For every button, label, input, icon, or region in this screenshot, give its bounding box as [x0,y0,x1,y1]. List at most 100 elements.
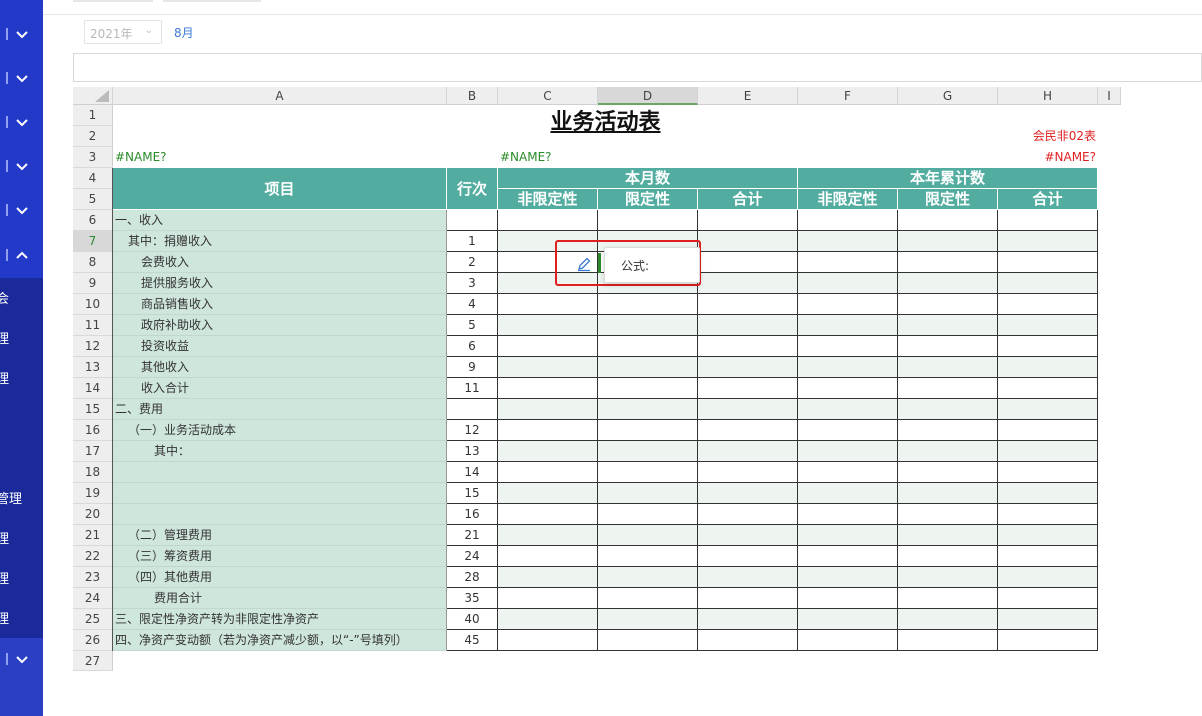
data-cell[interactable] [898,231,998,252]
data-cell[interactable] [898,378,998,399]
line-item-label[interactable]: 其他收入 [113,357,447,378]
data-cell[interactable] [698,546,798,567]
data-cell[interactable] [798,315,898,336]
data-cell[interactable] [498,420,598,441]
row-header[interactable]: 27 [73,651,113,671]
data-cell[interactable] [698,315,798,336]
line-number[interactable]: 21 [447,525,498,546]
line-number[interactable]: 15 [447,483,498,504]
line-item-label[interactable]: 费用合计 [113,588,447,609]
data-cell[interactable] [998,462,1098,483]
line-number[interactable]: 24 [447,546,498,567]
column-header[interactable]: E [698,87,798,105]
line-item-label[interactable]: （四）其他费用 [113,567,447,588]
formula-input[interactable] [73,53,1202,82]
column-header[interactable]: B [447,87,498,105]
data-cell[interactable] [498,630,598,651]
data-cell[interactable] [898,210,998,231]
data-cell[interactable] [898,525,998,546]
data-cell[interactable] [998,567,1098,588]
data-cell[interactable] [498,483,598,504]
data-cell[interactable] [998,378,1098,399]
line-item-label[interactable] [113,483,447,504]
data-cell[interactable] [598,357,698,378]
sidebar-menu-toggle[interactable] [0,66,43,90]
data-cell[interactable] [798,399,898,420]
data-cell[interactable] [998,273,1098,294]
data-cell[interactable] [698,483,798,504]
data-cell[interactable] [698,420,798,441]
data-cell[interactable] [498,336,598,357]
data-cell[interactable] [698,462,798,483]
data-cell[interactable] [498,378,598,399]
data-cell[interactable] [798,336,898,357]
data-cell[interactable] [498,357,598,378]
data-cell[interactable] [898,630,998,651]
data-cell[interactable] [698,609,798,630]
data-cell[interactable] [898,462,998,483]
line-item-label[interactable]: 其中：捐赠收入 [113,231,447,252]
data-cell[interactable] [598,588,698,609]
sidebar-item-label[interactable]: 理 [0,328,26,347]
row-header[interactable]: 5 [73,189,113,210]
data-cell[interactable] [798,525,898,546]
data-cell[interactable] [798,609,898,630]
data-cell[interactable] [998,294,1098,315]
row-header[interactable]: 12 [73,336,113,357]
line-item-label[interactable] [113,504,447,525]
line-item-label[interactable]: 商品销售收入 [113,294,447,315]
line-item-label[interactable]: 一、收入 [113,210,447,231]
data-cell[interactable] [898,315,998,336]
line-item-label[interactable]: 提供服务收入 [113,273,447,294]
data-cell[interactable] [898,546,998,567]
formula-popup[interactable]: 公式: [604,247,700,283]
data-cell[interactable] [798,483,898,504]
data-cell[interactable] [898,336,998,357]
sidebar-menu-toggle[interactable] [0,243,43,267]
data-cell[interactable] [798,210,898,231]
data-cell[interactable] [898,273,998,294]
data-cell[interactable] [498,315,598,336]
data-cell[interactable] [998,210,1098,231]
column-header[interactable]: I [1098,87,1121,105]
line-item-label[interactable]: （一）业务活动成本 [113,420,447,441]
column-header[interactable]: F [798,87,898,105]
data-cell[interactable] [898,504,998,525]
data-cell[interactable] [798,588,898,609]
data-cell[interactable] [698,357,798,378]
data-cell[interactable] [498,546,598,567]
data-cell[interactable] [598,378,698,399]
data-cell[interactable] [598,567,698,588]
data-cell[interactable] [598,441,698,462]
data-cell[interactable] [498,609,598,630]
column-header[interactable]: D [598,87,698,105]
row-header[interactable]: 14 [73,378,113,399]
data-cell[interactable] [998,483,1098,504]
row-header[interactable]: 10 [73,294,113,315]
data-cell[interactable] [998,231,1098,252]
sidebar-item-label[interactable]: 理 [0,568,26,587]
row-header[interactable]: 19 [73,483,113,504]
column-header[interactable]: A [113,87,447,105]
data-cell[interactable] [898,252,998,273]
line-item-label[interactable]: 二、费用 [113,399,447,420]
line-item-label[interactable] [113,462,447,483]
data-cell[interactable] [898,609,998,630]
data-cell[interactable] [998,504,1098,525]
data-cell[interactable] [798,546,898,567]
data-cell[interactable] [998,252,1098,273]
line-item-label[interactable]: 四、净资产变动额（若为净资产减少额，以“-”号填列） [113,630,447,651]
line-number[interactable]: 3 [447,273,498,294]
data-cell[interactable] [498,399,598,420]
data-cell[interactable] [498,525,598,546]
data-cell[interactable] [498,462,598,483]
data-cell[interactable] [498,504,598,525]
sidebar-item-label[interactable]: 会 [0,288,26,307]
data-cell[interactable] [998,609,1098,630]
edit-pencil-icon[interactable] [576,256,592,272]
data-cell[interactable] [498,441,598,462]
line-number[interactable]: 2 [447,252,498,273]
data-cell[interactable] [798,273,898,294]
data-cell[interactable] [798,420,898,441]
line-number[interactable]: 14 [447,462,498,483]
